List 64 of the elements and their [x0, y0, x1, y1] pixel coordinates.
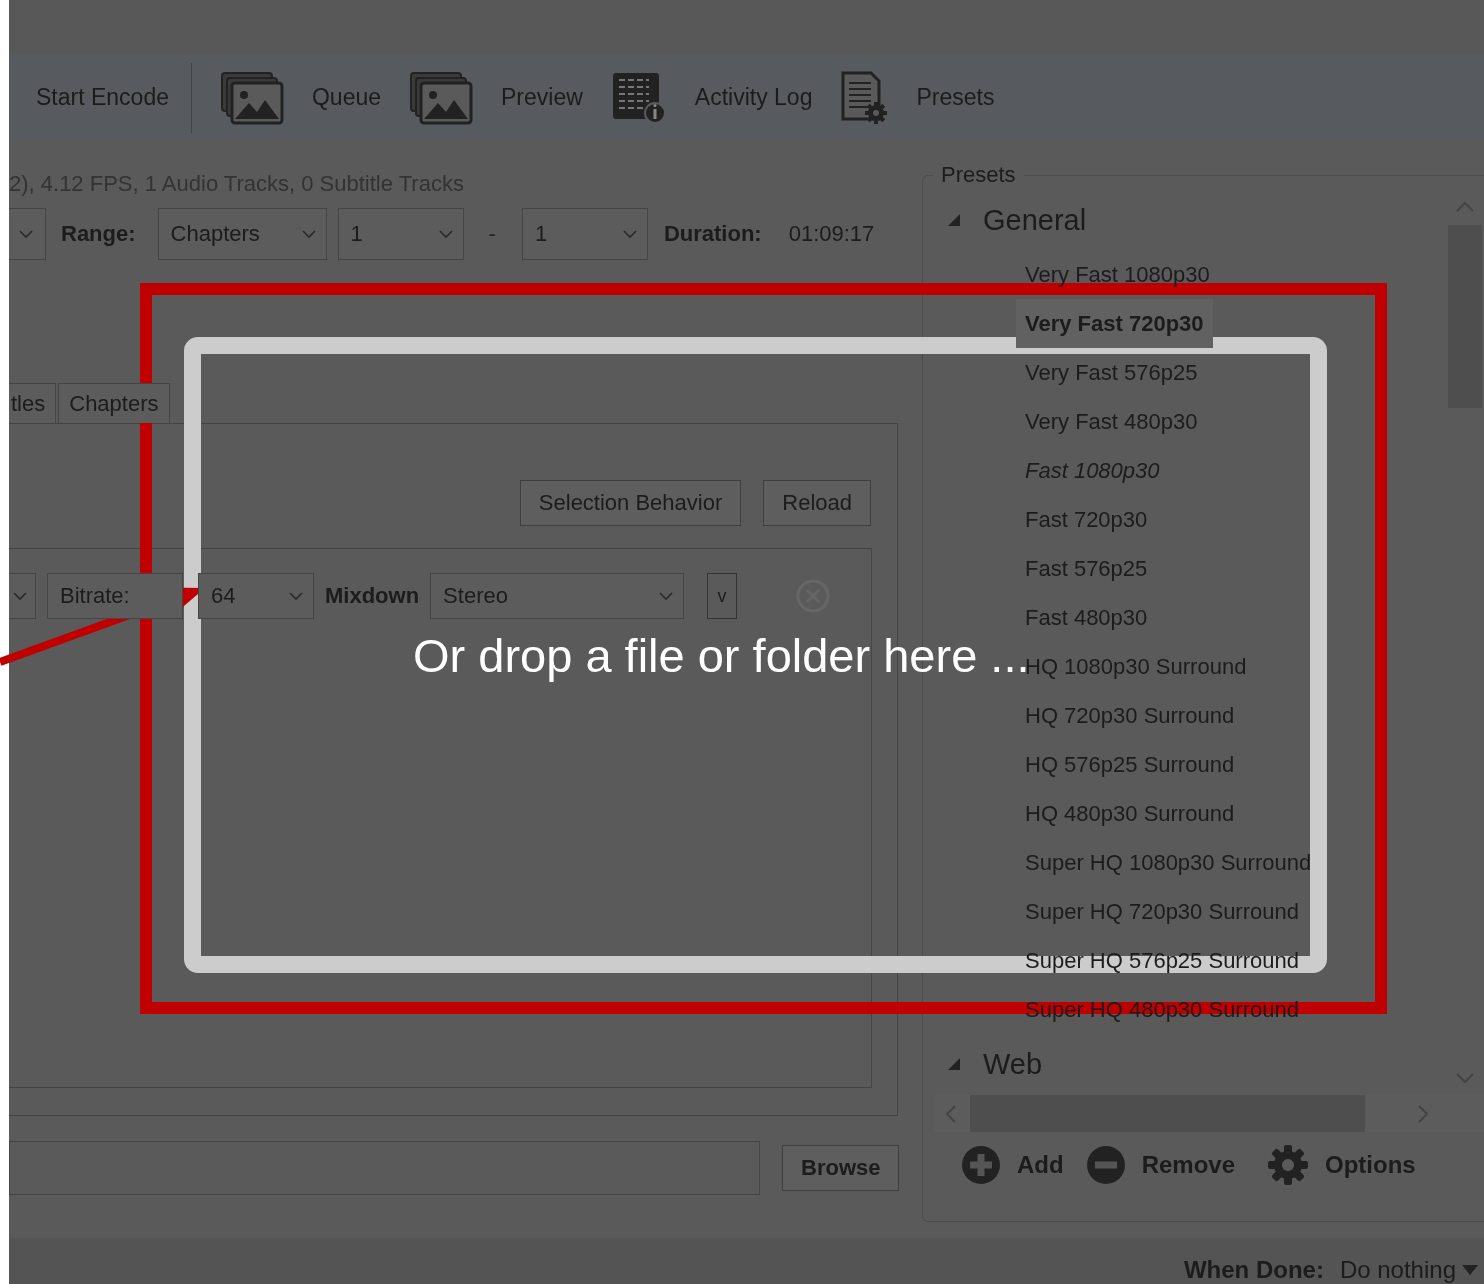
expanded-triangle-icon[interactable]	[947, 1057, 961, 1071]
preset-item[interactable]: Fast 720p30	[1016, 495, 1157, 544]
preset-action-button[interactable]: Options	[1267, 1144, 1416, 1186]
chevron-down-icon	[301, 229, 316, 239]
when-done-dropdown[interactable]: Do nothing	[1339, 1256, 1478, 1284]
tab[interactable]: Chapters	[58, 383, 170, 423]
chevron-down-icon	[19, 229, 33, 239]
toolbar-button[interactable]: Start Encode	[36, 84, 169, 111]
browse-button[interactable]: Browse	[782, 1145, 899, 1191]
duration-label: Duration:	[663, 221, 762, 247]
remove-icon	[1085, 1145, 1126, 1185]
preset-action-button[interactable]: Add	[961, 1145, 1064, 1185]
preset-item[interactable]: Fast 480p30	[1016, 593, 1157, 642]
mixdown-dropdown[interactable]: Stereo	[430, 573, 685, 619]
title-dropdown[interactable]	[9, 208, 46, 260]
preset-item[interactable]: HQ 576p25 Surround	[1016, 740, 1244, 789]
preset-item[interactable]: Fast 576p25	[1016, 544, 1157, 593]
settings-icon	[1267, 1144, 1310, 1186]
when-done-label: When Done:	[1183, 1256, 1324, 1284]
images-icon	[219, 70, 284, 125]
log-info-icon	[610, 70, 667, 125]
audio-button[interactable]: Selection Behavior	[519, 480, 742, 526]
range-start-dropdown[interactable]: 1	[337, 208, 464, 260]
document-gear-icon	[840, 70, 889, 125]
chevron-down-icon	[438, 229, 453, 239]
chevron-down-icon	[659, 591, 674, 601]
preset-action-button[interactable]: Remove	[1085, 1145, 1236, 1185]
scroll-right-icon[interactable]	[1418, 1105, 1428, 1123]
caret-icon	[1462, 1265, 1478, 1275]
preset-item[interactable]: Super HQ 1080p30 Surround	[1016, 838, 1321, 887]
expanded-triangle-icon[interactable]	[947, 213, 961, 227]
toolbar-button[interactable]: Queue	[311, 84, 382, 111]
add-icon	[961, 1145, 1001, 1185]
preset-item[interactable]: Very Fast 1080p30	[1016, 250, 1219, 299]
encoder-dropdown[interactable]	[9, 573, 36, 619]
toolbar-button[interactable]: Activity Log	[694, 84, 813, 111]
toolbar-button[interactable]: Preview	[501, 84, 583, 111]
range-label: Range:	[61, 221, 136, 247]
tab[interactable]: tles	[9, 383, 57, 423]
range-end-dropdown[interactable]: 1	[521, 208, 648, 260]
preset-item[interactable]: Very Fast 576p25	[1016, 348, 1207, 397]
preset-category[interactable]: General	[983, 203, 1087, 237]
preset-item[interactable]: Fast 1080p30	[1016, 446, 1169, 495]
chevron-down-icon	[289, 591, 303, 601]
chevron-down-icon	[13, 591, 27, 601]
number-dropdown[interactable]: 64	[198, 573, 314, 619]
audio-button[interactable]: Reload	[763, 480, 871, 526]
toolbar-button[interactable]: Presets	[916, 84, 995, 111]
range-mode-dropdown[interactable]: Chapters	[157, 208, 327, 260]
scroll-left-icon[interactable]	[946, 1105, 956, 1123]
images-icon	[409, 70, 474, 125]
preset-item[interactable]: Very Fast 480p30	[1016, 397, 1207, 446]
preset-item[interactable]: HQ 720p30 Surround	[1016, 691, 1244, 740]
more-settings-button[interactable]: v	[707, 573, 738, 619]
destination-field[interactable]	[9, 1141, 760, 1195]
bitrate-mode-dropdown[interactable]: Bitrate:	[47, 573, 183, 619]
range-separator: -	[488, 221, 496, 247]
chevron-down-icon	[622, 229, 637, 239]
preset-item[interactable]: Very Fast 720p30	[1016, 299, 1213, 348]
duration-value: 01:09:17	[788, 221, 875, 247]
preset-item[interactable]: Super HQ 720p30 Surround	[1016, 887, 1308, 936]
mixdown-label: Mixdown	[325, 583, 420, 609]
preset-category[interactable]: Web	[983, 1047, 1043, 1081]
preset-item[interactable]: HQ 480p30 Surround	[1016, 789, 1244, 838]
